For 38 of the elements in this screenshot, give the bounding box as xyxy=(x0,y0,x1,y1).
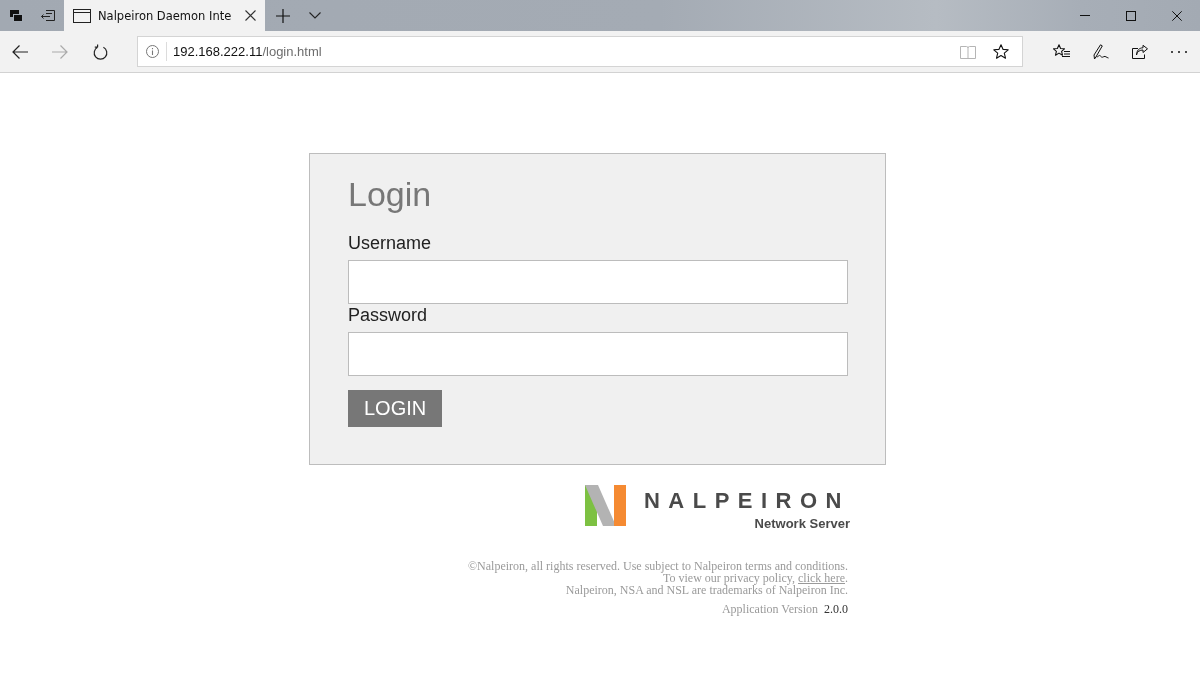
n-logo-icon xyxy=(584,485,626,526)
stacked-pages-icon xyxy=(9,9,23,22)
book-icon xyxy=(960,44,976,59)
logo-wordmark: NALPEIRON xyxy=(643,490,850,512)
input-field[interactable] xyxy=(348,332,848,376)
version-number: 2.0.0 xyxy=(824,602,848,616)
back-arrow-icon xyxy=(12,44,28,59)
info-icon xyxy=(146,45,159,58)
logo-subtitle: Network Server xyxy=(754,516,850,531)
more-icon xyxy=(1170,50,1187,53)
field-label: Password xyxy=(348,304,429,326)
maximize-icon xyxy=(1126,10,1136,21)
address-bar[interactable]: 192.168.222.11/login.html xyxy=(137,36,1023,67)
login-title: Login xyxy=(348,174,433,214)
footer-text: To view our privacy policy, click here. xyxy=(663,572,848,584)
minimize-icon xyxy=(1080,15,1090,16)
close-icon xyxy=(1172,10,1182,21)
favorite-button[interactable] xyxy=(992,41,1010,62)
star-icon xyxy=(993,44,1009,59)
footer-text: ©Nalpeiron, all rights reserved. Use subject to Nalpeiron terms and conditions. xyxy=(466,560,848,572)
input-field[interactable] xyxy=(348,260,848,304)
login-button[interactable]: LOGIN xyxy=(348,390,443,427)
tab-title: Nalpeiron Daemon Inte xyxy=(98,8,233,23)
forward-arrow-icon xyxy=(52,44,68,59)
page-icon xyxy=(73,8,91,23)
version-label: Application Version xyxy=(721,602,818,616)
url-text: 192.168.222.11/login.html xyxy=(173,44,322,59)
star-list-icon xyxy=(1053,44,1070,59)
field-label: Username xyxy=(348,232,433,254)
pen-icon xyxy=(1092,43,1109,60)
close-icon xyxy=(244,10,256,21)
browser-tab[interactable]: Nalpeiron Daemon Inte xyxy=(64,0,265,31)
refresh-icon xyxy=(92,43,108,60)
plus-icon xyxy=(276,8,290,23)
chevron-down-icon xyxy=(309,12,321,19)
arrow-tray-icon xyxy=(41,10,55,21)
share-icon xyxy=(1131,44,1148,59)
footer-text: Nalpeiron, NSA and NSL are trademarks of Nalpeiron Inc. xyxy=(564,584,848,596)
